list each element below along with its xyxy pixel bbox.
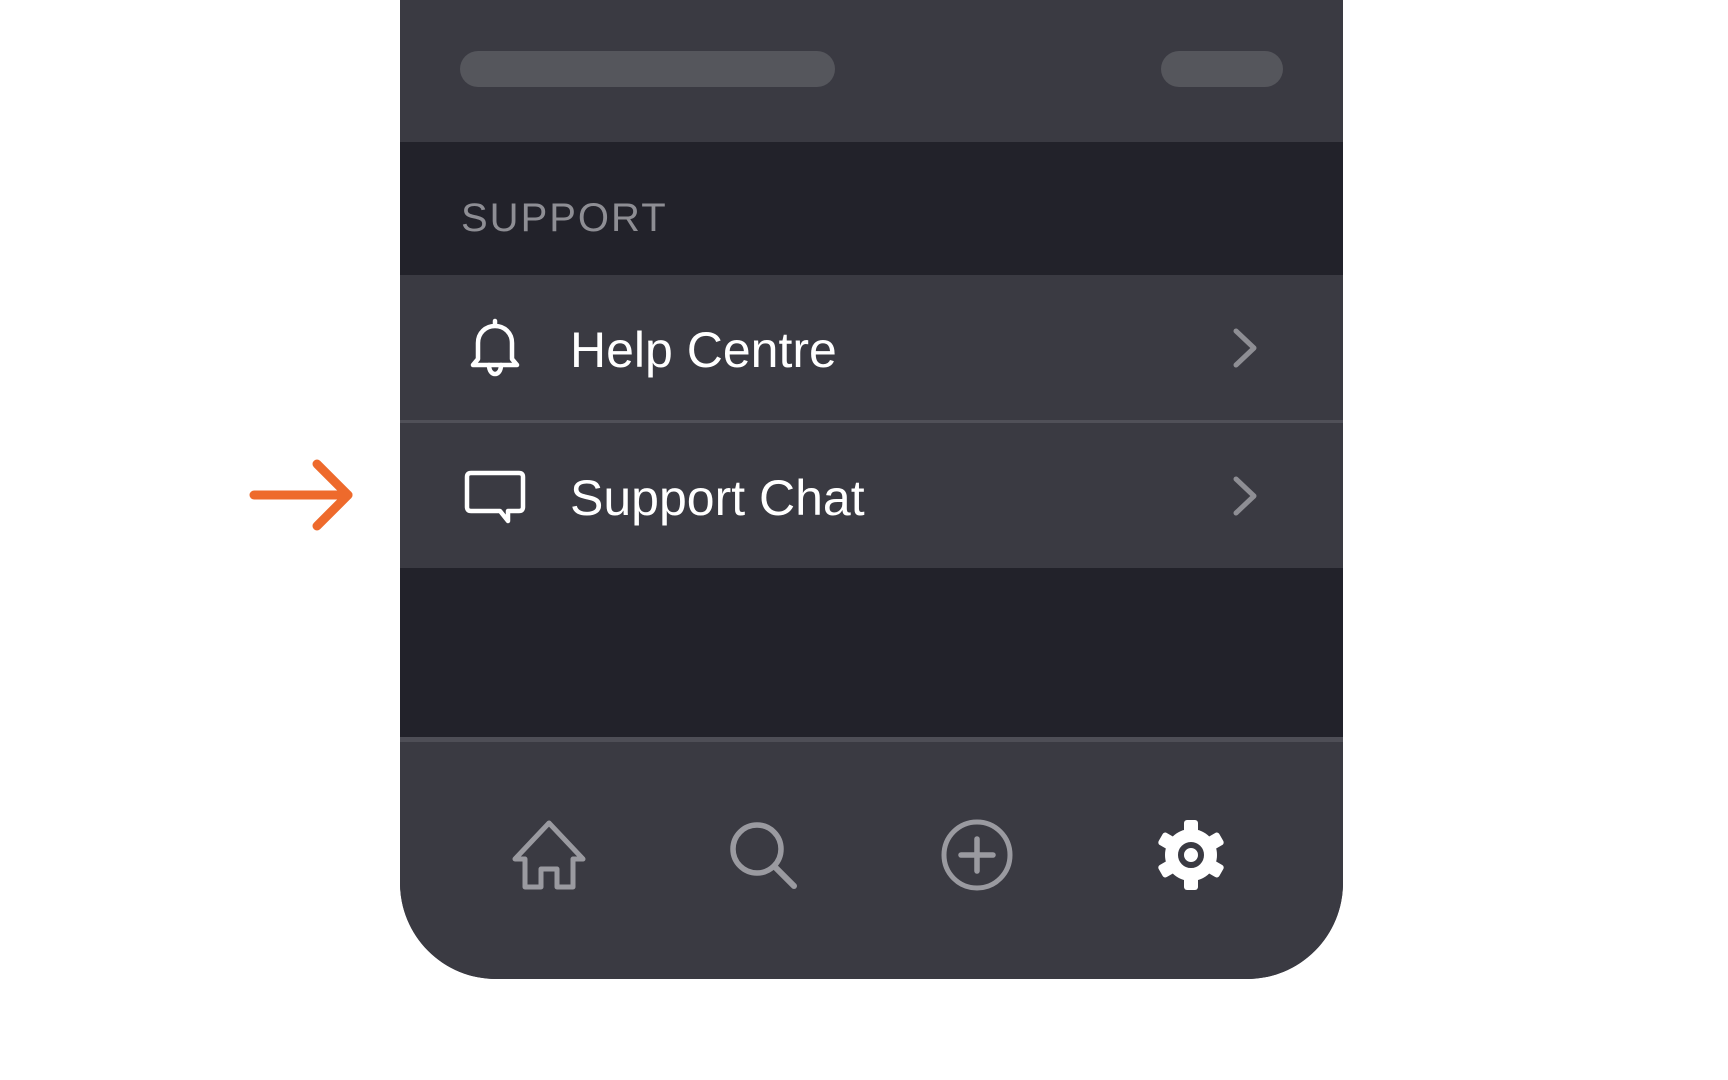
screen: SUPPORT Help Centre Support Chat: [0, 0, 1728, 1080]
top-bar: [400, 0, 1343, 142]
search-icon[interactable]: [725, 817, 801, 893]
bell-icon: [470, 318, 520, 377]
plus-circle-icon[interactable]: [939, 817, 1015, 893]
arrow-right-icon: [249, 459, 353, 531]
section-title: SUPPORT: [461, 196, 668, 240]
support-chat-row[interactable]: Support Chat: [400, 423, 1343, 568]
tab-bar: [400, 742, 1343, 979]
empty-area: [400, 568, 1343, 737]
phone-frame: SUPPORT Help Centre Support Chat: [400, 0, 1343, 979]
gear-icon[interactable]: [1153, 817, 1229, 893]
chevron-right-icon: [1233, 476, 1257, 516]
chat-bubble-icon: [464, 470, 526, 524]
support-chat-label: Support Chat: [570, 470, 865, 526]
section-header: SUPPORT: [400, 142, 1343, 275]
action-placeholder: [1161, 51, 1283, 87]
help-centre-row[interactable]: Help Centre: [400, 275, 1343, 420]
chevron-right-icon: [1233, 328, 1257, 368]
home-icon[interactable]: [511, 817, 587, 893]
title-placeholder: [460, 51, 835, 87]
help-centre-label: Help Centre: [570, 322, 837, 378]
